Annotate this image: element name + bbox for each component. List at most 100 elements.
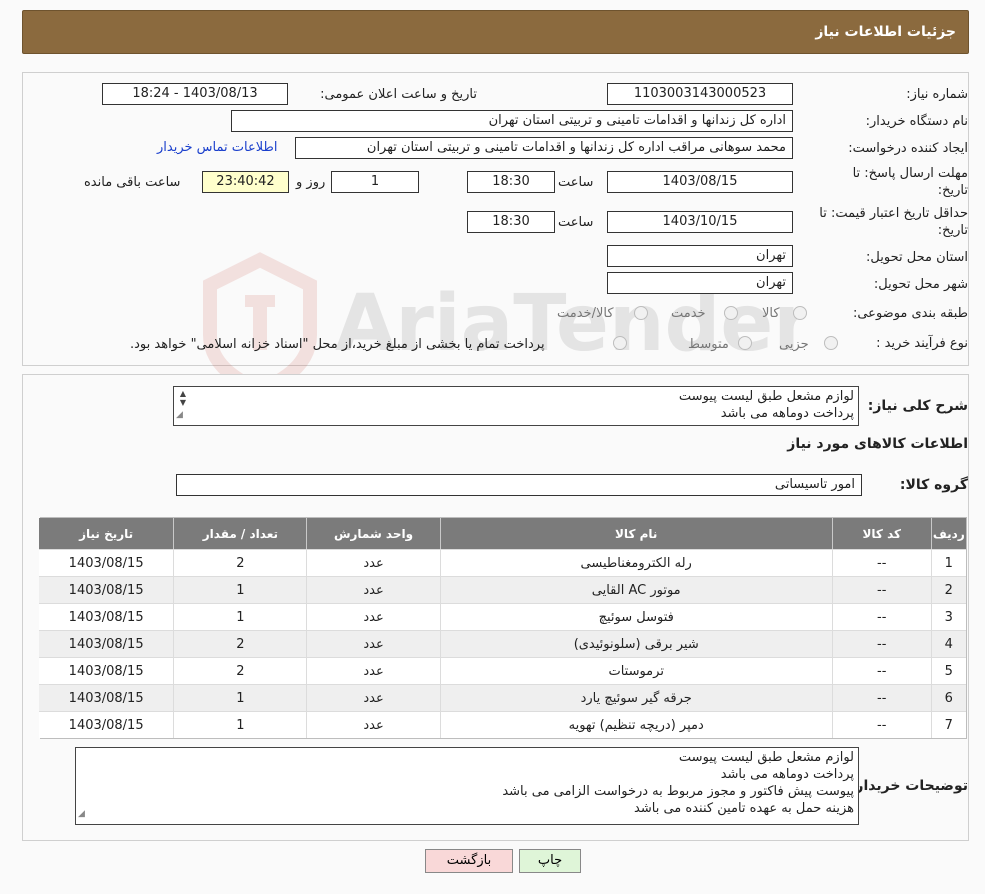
cell-quantity: 2 — [173, 657, 307, 684]
cell-name: دمپر (دریچه تنظیم) تهویه — [439, 711, 832, 738]
cell-row-number: 3 — [930, 603, 966, 630]
cell-unit: عدد — [306, 549, 440, 576]
cell-name: شیر برقی (سلونوئیدی) — [439, 630, 832, 657]
col-header-date: تاریخ نیاز — [39, 518, 174, 549]
buyer-note-line: پیوست پیش فاکتور و مجوز مربوط به درخواست… — [502, 784, 854, 799]
process-radio-minor[interactable] — [824, 336, 838, 350]
table-header-row: ردیف کد کالا نام کالا واحد شمارش تعداد /… — [39, 518, 966, 549]
category-option-goods: کالا — [762, 306, 780, 321]
table-row: 6 -- جرقه گیر سوئیچ یارد عدد 1 1403/08/15 — [39, 684, 966, 711]
goods-group-field: امور تاسیساتی — [176, 474, 862, 496]
cell-code: -- — [831, 657, 931, 684]
cell-unit: عدد — [306, 630, 440, 657]
cell-row-number: 4 — [930, 630, 966, 657]
deadline-time-field: 18:30 — [467, 171, 555, 193]
buyer-contact-link[interactable]: اطلاعات تماس خریدار — [157, 140, 277, 155]
announce-label: تاریخ و ساعت اعلان عمومی: — [320, 87, 477, 102]
category-radio-goods-service[interactable] — [634, 306, 648, 320]
province-field: تهران — [607, 245, 793, 267]
cell-date: 1403/08/15 — [39, 576, 174, 603]
category-label: طبقه بندی موضوعی: — [852, 306, 968, 321]
cell-quantity: 2 — [173, 549, 307, 576]
cell-date: 1403/08/15 — [39, 603, 174, 630]
cell-unit: عدد — [306, 684, 440, 711]
cell-row-number: 2 — [930, 576, 966, 603]
cell-quantity: 2 — [173, 630, 307, 657]
print-button[interactable]: چاپ — [519, 849, 581, 873]
cell-code: -- — [831, 576, 931, 603]
cell-name: جرقه گیر سوئیچ یارد — [439, 684, 832, 711]
process-radio-medium[interactable] — [738, 336, 752, 350]
back-button[interactable]: بازگشت — [425, 849, 513, 873]
page-title: جزئیات اطلاعات نیاز — [815, 24, 956, 40]
resize-grip-icon[interactable]: ◢ — [78, 806, 85, 823]
cell-code: -- — [831, 603, 931, 630]
cell-name: موتور AC القایی — [439, 576, 832, 603]
process-option-medium: متوسط — [688, 337, 729, 352]
process-treasury-note: پرداخت تمام یا بخشی از مبلغ خرید،از محل … — [130, 337, 545, 352]
category-radio-goods[interactable] — [793, 306, 807, 320]
need-number-field: 1103003143000523 — [607, 83, 793, 105]
table-row: 2 -- موتور AC القایی عدد 1 1403/08/15 — [39, 576, 966, 603]
goods-table-grid: ردیف کد کالا نام کالا واحد شمارش تعداد /… — [39, 518, 966, 738]
scroll-arrows-icon[interactable]: ▲ ▼ — [176, 389, 190, 407]
cell-code: -- — [831, 630, 931, 657]
city-label: شهر محل تحویل: — [873, 277, 968, 292]
table-row: 5 -- ترموستات عدد 2 1403/08/15 — [39, 657, 966, 684]
page-header: جزئیات اطلاعات نیاز — [22, 10, 969, 54]
resize-grip-icon[interactable]: ◢ — [176, 407, 183, 424]
category-option-service: خدمت — [671, 306, 706, 321]
category-radio-service[interactable] — [724, 306, 738, 320]
summary-line: پرداخت دوماهه می باشد — [720, 406, 854, 421]
cell-code: -- — [831, 711, 931, 738]
cell-date: 1403/08/15 — [39, 711, 174, 738]
city-field: تهران — [607, 272, 793, 294]
province-label: استان محل تحویل: — [866, 250, 968, 265]
cell-date: 1403/08/15 — [39, 657, 174, 684]
process-option-minor: جزیی — [779, 337, 809, 352]
table-row: 4 -- شیر برقی (سلونوئیدی) عدد 2 1403/08/15 — [39, 630, 966, 657]
remaining-time-field: 23:40:42 — [202, 171, 289, 193]
table-row: 1 -- رله الکترومغناطیسی عدد 2 1403/08/15 — [39, 549, 966, 576]
cell-unit: عدد — [306, 576, 440, 603]
cell-name: رله الکترومغناطیسی — [439, 549, 832, 576]
cell-row-number: 5 — [930, 657, 966, 684]
cell-date: 1403/08/15 — [39, 684, 174, 711]
validity-date-field: 1403/10/15 — [607, 211, 793, 233]
validity-label-line1: حداقل تاریخ اعتبار قیمت: تا — [819, 206, 968, 221]
days-label: روز و — [296, 175, 326, 190]
cell-quantity: 1 — [173, 711, 307, 738]
cell-row-number: 1 — [930, 549, 966, 576]
buyer-notes-textarea[interactable]: لوازم مشعل طبق لیست پیوست پرداخت دوماهه … — [75, 747, 859, 825]
cell-name: فتوسل سوئیچ — [439, 603, 832, 630]
summary-label: شرح کلی نیاز: — [867, 398, 968, 414]
col-header-name: نام کالا — [439, 518, 832, 549]
buyer-note-line: پرداخت دوماهه می باشد — [720, 767, 854, 782]
cell-quantity: 1 — [173, 684, 307, 711]
deadline-date-field: 1403/08/15 — [607, 171, 793, 193]
cell-unit: عدد — [306, 603, 440, 630]
col-header-row-number: ردیف — [930, 518, 966, 549]
summary-line: لوازم مشعل طبق لیست پیوست — [678, 389, 854, 404]
requester-field: محمد سوهانی مراقب اداره کل زندانها و اقد… — [295, 137, 793, 159]
validity-time-label: ساعت — [558, 215, 594, 230]
buyer-org-label: نام دستگاه خریدار: — [865, 114, 968, 129]
requester-label: ایجاد کننده درخواست: — [848, 141, 968, 156]
summary-textarea[interactable]: لوازم مشعل طبق لیست پیوست پرداخت دوماهه … — [173, 386, 859, 426]
validity-label-line2: تاریخ: — [937, 223, 968, 238]
buyer-org-field: اداره کل زندانها و اقدامات تامینی و تربی… — [231, 110, 793, 132]
process-label: نوع فرآیند خرید : — [876, 336, 968, 351]
cell-date: 1403/08/15 — [39, 549, 174, 576]
goods-table: ردیف کد کالا نام کالا واحد شمارش تعداد /… — [39, 517, 967, 739]
buyer-note-line: لوازم مشعل طبق لیست پیوست — [678, 750, 854, 765]
cell-unit: عدد — [306, 657, 440, 684]
deadline-label-line2: تاریخ: — [937, 183, 968, 198]
buyer-note-line: هزینه حمل به عهده تامین کننده می باشد — [634, 801, 854, 816]
process-radio-treasury[interactable] — [613, 336, 627, 350]
need-number-label: شماره نیاز: — [906, 87, 968, 102]
col-header-code: کد کالا — [831, 518, 931, 549]
cell-quantity: 1 — [173, 603, 307, 630]
cell-date: 1403/08/15 — [39, 630, 174, 657]
table-row: 7 -- دمپر (دریچه تنظیم) تهویه عدد 1 1403/08/1… — [39, 711, 966, 738]
cell-code: -- — [831, 684, 931, 711]
